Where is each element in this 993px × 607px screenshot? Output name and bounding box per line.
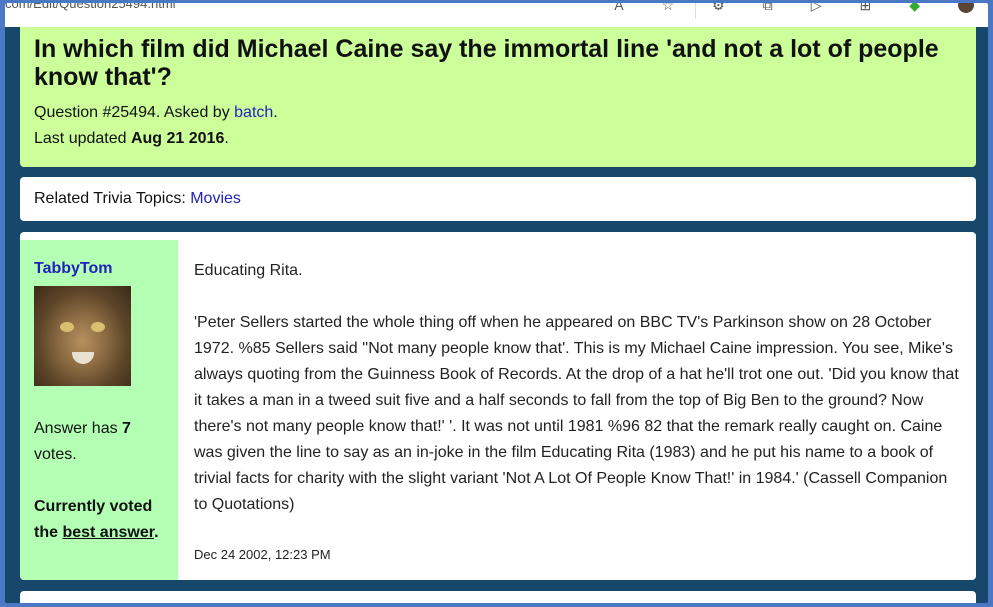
question-meta: Question #25494. Asked by batch. Last up…	[34, 100, 278, 152]
author-avatar[interactable]	[34, 286, 131, 386]
answer-panel: TabbyTom Answer has 7 votes. Currently vo…	[20, 232, 976, 580]
split-icon[interactable]: ⧉	[763, 3, 773, 14]
votes-number: 7	[122, 420, 131, 437]
votes-label: Answer has	[34, 420, 123, 437]
answer-timestamp: Dec 24 2002, 12:23 PM	[194, 547, 331, 562]
related-topics-panel: Related Trivia Topics: Movies	[20, 177, 976, 221]
reader-icon[interactable]: A	[614, 3, 623, 14]
collections-icon[interactable]: ⊞	[859, 3, 871, 14]
related-topics-label: Related Trivia Topics:	[34, 190, 191, 207]
avatar-eye	[60, 322, 74, 332]
last-updated-date: Aug 21 2016	[130, 130, 225, 147]
answer-content: Educating Rita. 'Peter Sellers started t…	[194, 258, 964, 518]
votes-suffix: votes.	[34, 446, 77, 463]
profile-icon[interactable]	[958, 3, 974, 13]
answer-short-text: Educating Rita.	[194, 262, 303, 279]
punctuation: .	[154, 524, 159, 541]
star-icon[interactable]: ☆	[662, 3, 675, 14]
answer-body-text: 'Peter Sellers started the whole thing o…	[194, 314, 959, 513]
answer-sidebar: TabbyTom Answer has 7 votes. Currently vo…	[20, 240, 178, 580]
best-answer-status: Currently voted the best answer.	[34, 494, 174, 546]
toolbar-icons: A ☆ ⚙ ⧉ ▷ ⊞ ◆	[614, 3, 974, 14]
address-bar[interactable]: com/Edit/Question25494.html	[5, 3, 176, 11]
topic-link-movies[interactable]: Movies	[190, 190, 241, 207]
vote-count-text: Answer has 7 votes.	[34, 416, 174, 468]
avatar-eye	[91, 322, 105, 332]
avatar-mouth	[72, 352, 94, 364]
answer-author-link[interactable]: TabbyTom	[34, 260, 113, 278]
extensions-icon[interactable]: ⚙	[712, 3, 725, 14]
question-number: Question #25494. Asked by	[34, 104, 235, 121]
next-panel	[20, 591, 976, 603]
last-updated-line: Last updated Aug 21 2016.	[34, 126, 278, 152]
question-number-line: Question #25494. Asked by batch.	[34, 100, 278, 126]
best-answer-link[interactable]: best answer	[62, 524, 154, 541]
last-updated-label: Last updated	[34, 130, 131, 147]
favorites-icon[interactable]: ▷	[811, 3, 822, 14]
punctuation: .	[273, 104, 278, 121]
copilot-icon[interactable]: ◆	[909, 3, 920, 14]
punctuation: .	[224, 130, 229, 147]
related-topics: Related Trivia Topics: Movies	[34, 177, 241, 221]
browser-toolbar: com/Edit/Question25494.html A ☆ ⚙ ⧉ ▷ ⊞ …	[5, 3, 988, 27]
question-panel: In which film did Michael Caine say the …	[20, 27, 976, 167]
asker-link[interactable]: batch	[234, 104, 273, 121]
browser-window: com/Edit/Question25494.html A ☆ ⚙ ⧉ ▷ ⊞ …	[5, 3, 988, 603]
question-title: In which film did Michael Caine say the …	[34, 35, 939, 91]
